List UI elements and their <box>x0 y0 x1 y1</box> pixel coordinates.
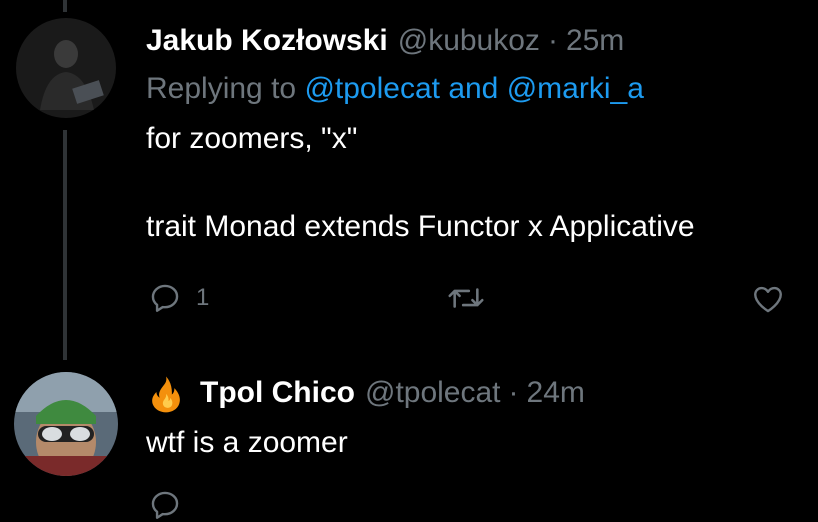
separator-dot: · <box>508 376 519 409</box>
tweet-text-line-1: wtf is a zoomer <box>146 426 348 459</box>
replying-to: Replying to @tpolecat and @marki_a <box>146 72 644 106</box>
avatar[interactable] <box>16 18 116 118</box>
avatar-image <box>14 372 118 476</box>
mention-and[interactable]: and <box>448 72 498 105</box>
mention-marki-a[interactable]: @marki_a <box>507 72 644 105</box>
retweet-button[interactable] <box>446 281 486 315</box>
display-name[interactable]: Tpol Chico <box>200 376 355 410</box>
tweet-header: Jakub Kozłowski @kubukoz · 25m <box>146 24 624 58</box>
timestamp[interactable]: 24m <box>527 376 585 410</box>
thread-line-connector <box>63 130 67 360</box>
timestamp[interactable]: 25m <box>566 24 624 58</box>
reply-icon <box>151 491 179 519</box>
tweet-text-line-1: for zoomers, "x" <box>146 122 358 155</box>
tweet-text-line-2: trait Monad extends Functor x Applicativ… <box>146 210 695 243</box>
username[interactable]: @kubukoz <box>398 24 540 58</box>
fire-icon <box>146 374 186 419</box>
separator-dot: · <box>547 24 558 57</box>
retweet-icon <box>448 288 484 308</box>
reply-button[interactable]: 1 <box>148 281 209 315</box>
reply-count: 1 <box>196 284 210 311</box>
reply-button[interactable] <box>148 488 182 522</box>
like-button[interactable] <box>750 282 786 316</box>
avatar[interactable] <box>14 372 118 476</box>
username[interactable]: @tpolecat <box>365 376 501 410</box>
mention-tpolecat[interactable]: @tpolecat <box>304 72 440 105</box>
thread-line-top <box>63 0 67 12</box>
tweet-header: Tpol Chico @tpolecat · 24m <box>200 376 585 410</box>
reply-icon <box>151 284 179 312</box>
replying-to-label: Replying to <box>146 72 297 105</box>
avatar-image <box>16 18 116 118</box>
display-name[interactable]: Jakub Kozłowski <box>146 24 388 58</box>
like-icon <box>754 286 782 313</box>
